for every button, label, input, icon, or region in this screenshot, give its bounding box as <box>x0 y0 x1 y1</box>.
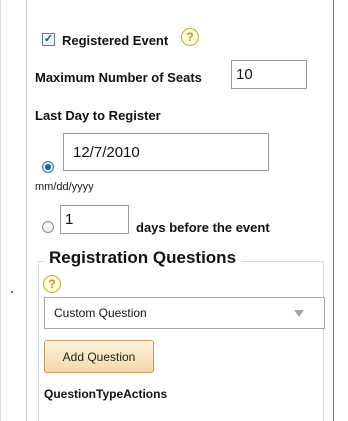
maximum-seats-label: Maximum Number of Seats <box>35 70 202 85</box>
left-edge <box>0 0 1 421</box>
registered-event-checkbox[interactable]: ✓ <box>42 33 55 46</box>
question-type-actions-label: QuestionTypeActions <box>44 387 168 401</box>
question-type-select[interactable]: Custom Question <box>44 297 325 329</box>
date-option-radio[interactable] <box>42 161 54 173</box>
registration-questions-help-icon[interactable]: ? <box>43 275 61 293</box>
last-day-date-input[interactable] <box>63 133 269 171</box>
days-before-input[interactable] <box>60 205 129 234</box>
registered-event-label: Registered Event <box>62 33 169 48</box>
maximum-seats-input[interactable] <box>231 60 307 89</box>
days-before-option-radio[interactable] <box>42 221 54 233</box>
registration-settings-panel: ✓ Registered Event ? Maximum Number of S… <box>26 0 334 421</box>
registered-event-help-icon[interactable]: ? <box>181 28 199 46</box>
registration-questions-title: Registration Questions <box>44 248 242 268</box>
last-day-to-register-label: Last Day to Register <box>35 108 161 123</box>
date-format-hint: mm/dd/yyyy <box>35 181 94 193</box>
question-type-selected-value: Custom Question <box>54 306 147 320</box>
days-before-label: days before the event <box>136 220 270 235</box>
add-question-button[interactable]: Add Question <box>44 340 154 373</box>
stray-mark <box>11 291 13 293</box>
chevron-down-icon <box>294 310 304 317</box>
